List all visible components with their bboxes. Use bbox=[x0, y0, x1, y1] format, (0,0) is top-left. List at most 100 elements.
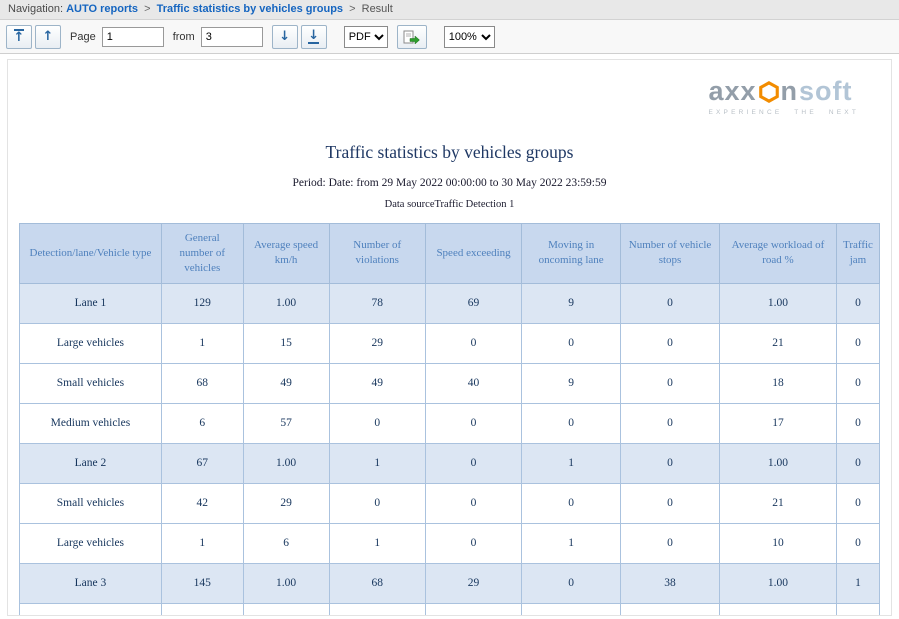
breadcrumb: Navigation: AUTO reports > Traffic stati… bbox=[0, 0, 899, 20]
data-cell: 21 bbox=[719, 323, 836, 363]
data-cell: 0 bbox=[522, 483, 621, 523]
breadcrumb-link-report[interactable]: Traffic statistics by vehicles groups bbox=[157, 3, 343, 15]
data-cell: 49 bbox=[329, 363, 425, 403]
data-cell: 0 bbox=[621, 483, 720, 523]
report-period: Period: Date: from 29 May 2022 00:00:00 … bbox=[8, 177, 891, 189]
table-row-small-vehicles: Small vehicles6849494090180 bbox=[20, 363, 880, 403]
column-header: Traffic jam bbox=[836, 224, 879, 284]
data-cell: 0 bbox=[522, 403, 621, 443]
total-pages-input[interactable] bbox=[201, 27, 263, 47]
data-cell: 0 bbox=[621, 443, 720, 483]
table-row-lane-2: Lane 2671.0010101.000 bbox=[20, 443, 880, 483]
report-datasource: Data sourceTraffic Detection 1 bbox=[8, 199, 891, 210]
arrow-down-icon: ↓ bbox=[279, 30, 290, 43]
data-cell: 1 bbox=[522, 523, 621, 563]
data-cell: 0 bbox=[425, 323, 521, 363]
table-row-large-vehicles: Large vehicles11529000210 bbox=[20, 323, 880, 363]
data-cell: 0 bbox=[836, 323, 879, 363]
data-cell: 1.00 bbox=[719, 443, 836, 483]
data-cell: 0 bbox=[836, 443, 879, 483]
data-cell: 0 bbox=[621, 403, 720, 443]
row-label: Small vehicles bbox=[20, 483, 162, 523]
data-cell: 6 bbox=[243, 523, 329, 563]
data-cell: 1 bbox=[522, 443, 621, 483]
next-page-button[interactable]: ↓ bbox=[272, 25, 298, 49]
data-cell: 0 bbox=[621, 363, 720, 403]
data-cell: 9 bbox=[522, 283, 621, 323]
column-header: Number of violations bbox=[329, 224, 425, 284]
breadcrumb-current: Result bbox=[362, 3, 393, 15]
data-cell: 42 bbox=[161, 483, 243, 523]
data-cell: 0 bbox=[621, 523, 720, 563]
data-cell: 69 bbox=[425, 283, 521, 323]
first-page-button[interactable]: ↑ bbox=[6, 25, 32, 49]
data-cell: 0 bbox=[836, 483, 879, 523]
logo-text-n: n bbox=[781, 78, 799, 105]
hexagon-icon bbox=[758, 81, 780, 103]
data-cell: 1 bbox=[329, 523, 425, 563]
zoom-select[interactable]: 100% bbox=[444, 26, 495, 48]
export-button[interactable] bbox=[397, 25, 427, 49]
row-label: Small vehicles bbox=[20, 363, 162, 403]
data-cell: 38 bbox=[621, 563, 720, 603]
data-cell: 19 bbox=[161, 603, 243, 616]
column-header: Speed exceeding bbox=[425, 224, 521, 284]
page-label: Page bbox=[70, 31, 96, 43]
data-cell: 0 bbox=[329, 403, 425, 443]
data-cell: 68 bbox=[329, 563, 425, 603]
row-label: Lane 1 bbox=[20, 283, 162, 323]
data-cell: 1.00 bbox=[719, 283, 836, 323]
logo-text-soft: soft bbox=[799, 78, 853, 105]
arrow-up-bar-icon: ↑ bbox=[14, 29, 25, 44]
data-cell: 1.00 bbox=[719, 563, 836, 603]
from-label: from bbox=[173, 31, 195, 43]
column-header: Average speed km/h bbox=[243, 224, 329, 284]
data-cell: 0 bbox=[522, 603, 621, 616]
data-cell: 0 bbox=[836, 403, 879, 443]
data-cell: 1 bbox=[836, 603, 879, 616]
data-cell: 129 bbox=[161, 283, 243, 323]
report-title: Traffic statistics by vehicles groups bbox=[8, 142, 891, 163]
table-row-large-vehicles: Large vehicles161010100 bbox=[20, 523, 880, 563]
data-cell: 1 bbox=[161, 523, 243, 563]
row-label: Medium vehicles bbox=[20, 403, 162, 443]
data-cell: 0 bbox=[522, 563, 621, 603]
data-cell: 9 bbox=[522, 363, 621, 403]
arrow-down-bar-icon: ↓ bbox=[308, 29, 319, 44]
data-cell: 6 bbox=[161, 403, 243, 443]
export-format-select[interactable]: PDF bbox=[344, 26, 388, 48]
data-cell: 1.00 bbox=[243, 443, 329, 483]
data-cell: 0 bbox=[329, 483, 425, 523]
data-cell: 0 bbox=[522, 323, 621, 363]
data-cell: 1 bbox=[161, 323, 243, 363]
logo-text-axx: axx bbox=[708, 78, 756, 105]
breadcrumb-link-auto-reports[interactable]: AUTO reports bbox=[66, 3, 138, 15]
column-header: Moving in oncoming lane bbox=[522, 224, 621, 284]
column-header: Number of vehicle stops bbox=[621, 224, 720, 284]
data-cell: 1.00 bbox=[243, 563, 329, 603]
data-cell: 0 bbox=[836, 363, 879, 403]
row-label: Small vehicles bbox=[20, 603, 162, 616]
data-cell: 40 bbox=[425, 363, 521, 403]
data-cell: 1 bbox=[836, 563, 879, 603]
data-cell: 21 bbox=[719, 483, 836, 523]
data-cell: 15 bbox=[243, 323, 329, 363]
last-page-button[interactable]: ↓ bbox=[301, 25, 327, 49]
report-table: Detection/lane/Vehicle typeGeneral numbe… bbox=[19, 223, 880, 616]
data-cell: 78 bbox=[329, 283, 425, 323]
data-cell: 1.00 bbox=[243, 283, 329, 323]
report-toolbar: ↑ ↑ Page from ↓ ↓ PDF 100% bbox=[0, 20, 899, 54]
previous-page-button[interactable]: ↑ bbox=[35, 25, 61, 49]
data-cell: 68 bbox=[161, 363, 243, 403]
page-number-input[interactable] bbox=[102, 27, 164, 47]
table-row-small-vehicles: Small vehicles19122100211 bbox=[20, 603, 880, 616]
data-cell: 29 bbox=[243, 483, 329, 523]
breadcrumb-label: Navigation: bbox=[8, 3, 63, 15]
logo-tagline: EXPERIENCE THE NEXT bbox=[708, 109, 859, 116]
column-header: Average workload of road % bbox=[719, 224, 836, 284]
data-cell: 21 bbox=[719, 603, 836, 616]
data-cell: 145 bbox=[161, 563, 243, 603]
table-row-small-vehicles: Small vehicles42290000210 bbox=[20, 483, 880, 523]
data-cell: 10 bbox=[719, 523, 836, 563]
column-header: General number of vehicles bbox=[161, 224, 243, 284]
